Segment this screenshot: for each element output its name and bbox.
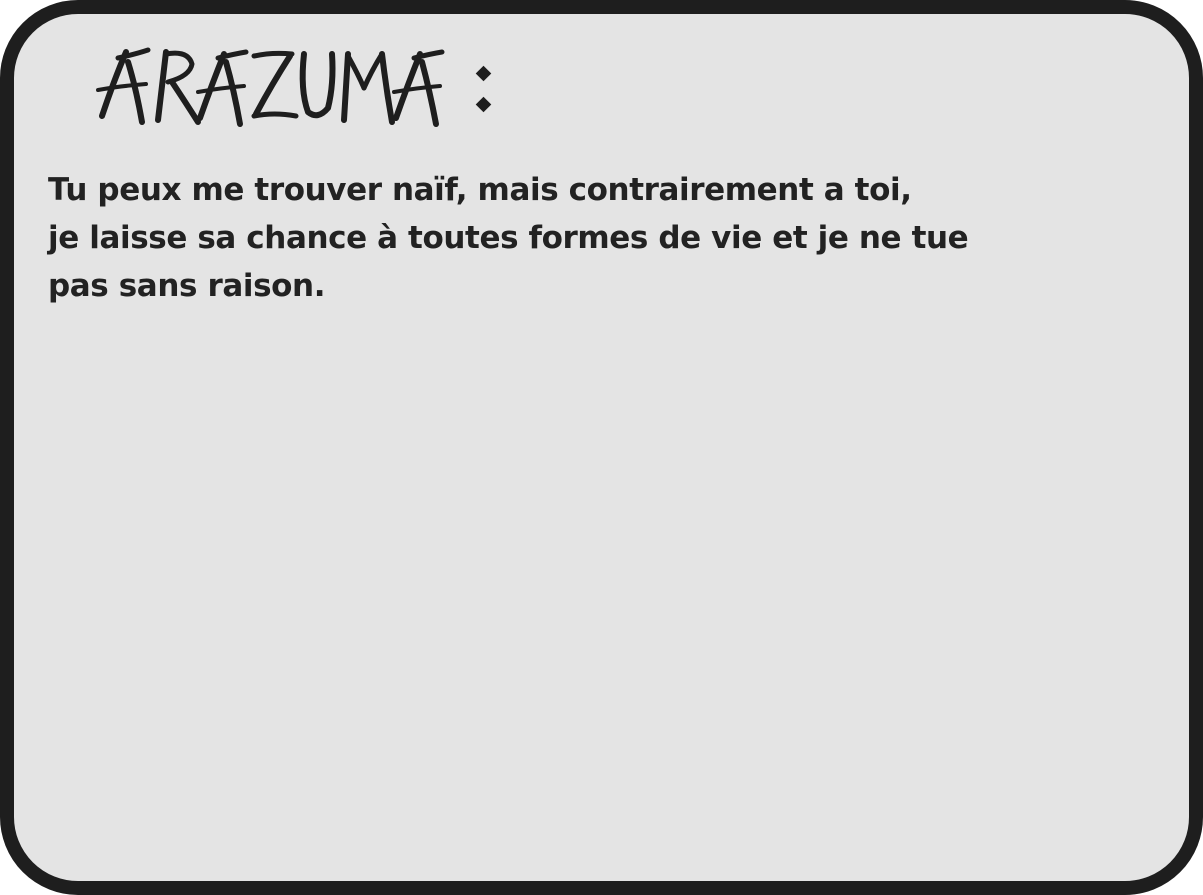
speaker-name: ARAZUMA	[96, 40, 492, 130]
speaker-colon: :	[475, 40, 492, 130]
colon-dot-top	[475, 65, 492, 82]
dialog-box[interactable]	[0, 0, 1203, 895]
speaker-name-logo	[96, 47, 445, 127]
dialog-line-1: Tu peux me trouver naïf, mais contrairem…	[48, 172, 912, 208]
dialog-line-2: je laisse sa chance à toutes formes de v…	[48, 220, 969, 256]
colon-dot-bottom	[475, 96, 492, 113]
dialog-text: Tu peux me trouver naïf, mais contrairem…	[48, 166, 1128, 310]
speaker-suffix-text: :	[476, 81, 492, 97]
dialog-line-3: pas sans raison.	[48, 268, 326, 304]
